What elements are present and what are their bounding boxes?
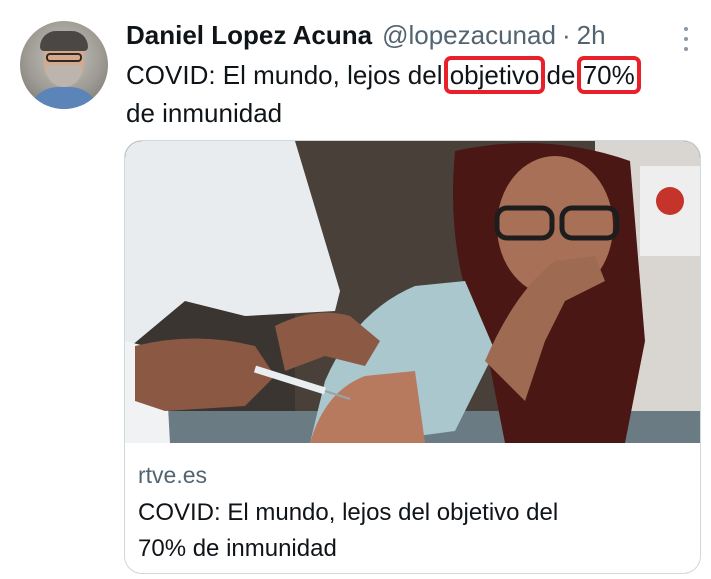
more-dot <box>684 47 688 51</box>
more-dot <box>684 27 688 31</box>
tweet-text-line: COVID: El mundo, lejos del objetivo de 7… <box>126 56 701 94</box>
link-preview-meta: rtve.es COVID: El mundo, lejos del objet… <box>138 459 693 567</box>
link-preview-card[interactable]: rtve.es COVID: El mundo, lejos del objet… <box>124 140 701 574</box>
tweet-header: Daniel Lopez Acuna @lopezacunad · 2h <box>126 20 606 54</box>
tweet-text-segment: de <box>539 60 583 90</box>
avatar-beard <box>46 65 82 87</box>
avatar-hair <box>40 31 88 51</box>
more-options-icon[interactable] <box>676 24 696 54</box>
author-avatar[interactable] <box>20 21 108 109</box>
tweet-text: COVID: El mundo, lejos del objetivo de 7… <box>126 56 701 132</box>
link-preview-image[interactable] <box>125 141 700 443</box>
more-dot <box>684 37 688 41</box>
tweet-text-line: de inmunidad <box>126 98 283 128</box>
vaccination-photo-icon <box>125 141 700 443</box>
separator-dot: · <box>561 20 571 50</box>
link-title-line: COVID: El mundo, lejos del objetivo del <box>138 499 559 526</box>
author-handle[interactable]: @lopezacunad <box>382 20 556 51</box>
tweet-timestamp[interactable]: 2h <box>577 20 606 51</box>
link-domain[interactable]: rtve.es <box>138 459 693 491</box>
link-title-line: 70% de inmunidad <box>138 535 337 562</box>
avatar-glasses <box>46 53 82 62</box>
tweet-text-segment: COVID: El mundo, lejos del <box>126 60 450 90</box>
link-title[interactable]: COVID: El mundo, lejos del objetivo del … <box>138 495 693 567</box>
highlighted-word-70-percent: 70% <box>582 60 635 90</box>
avatar-shirt <box>28 87 100 109</box>
highlighted-word-objetivo: objetivo <box>449 60 540 90</box>
author-display-name[interactable]: Daniel Lopez Acuna <box>126 20 372 51</box>
tweet[interactable]: Daniel Lopez Acuna @lopezacunad · 2h COV… <box>0 0 711 579</box>
biohazard-symbol <box>656 187 684 215</box>
